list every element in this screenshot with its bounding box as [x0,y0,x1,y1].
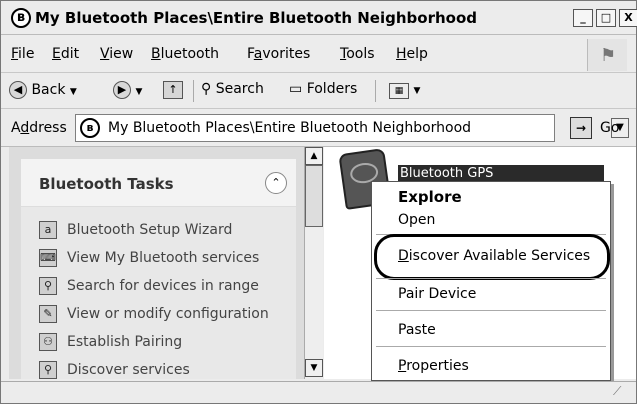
back-button[interactable]: ◀ Back ▼ [9,81,77,99]
address-bar: Address ʙ My Bluetooth Places\Entire Blu… [1,109,636,147]
toolbar: ◀ Back ▼ ▶ ▼ ↑ ⚲ Search ▭ Folders ▦ ▼ [1,73,636,109]
menu-separator [376,346,606,347]
address-label: Address [11,120,67,136]
toolbar-separator [193,80,194,102]
menu-separator [376,278,606,279]
forward-dropdown-icon[interactable]: ▼ [135,87,142,97]
address-input[interactable]: ʙ My Bluetooth Places\Entire Bluetooth N… [75,114,629,142]
task-pane: Bluetooth Tasks ⌃ a Bluetooth Setup Wizar… [9,147,313,379]
menu-item-pair-device[interactable]: Pair Device [398,286,476,302]
menu-file[interactable]: File [11,46,34,62]
menu-edit[interactable]: Edit [52,46,79,62]
go-arrow-icon[interactable]: → [570,117,592,139]
menu-favorites[interactable]: Favorites [247,46,310,62]
search-icon: ⚲ [201,81,212,97]
menu-tools[interactable]: Tools [340,46,375,62]
search-icon: ⚲ [39,277,57,295]
explorer-window: ʙ My Bluetooth Places\Entire Bluetooth N… [0,0,637,404]
menu-bluetooth[interactable]: Bluetooth [151,46,219,62]
bluetooth-icon: ʙ [11,8,31,28]
tasks-title: Bluetooth Tasks [39,175,174,193]
menu-bar: File Edit View Bluetooth Favorites Tools… [1,35,636,73]
menu-help[interactable]: Help [396,46,428,62]
resize-grip-icon[interactable]: ⟋ [613,384,621,399]
task-view-configuration[interactable]: ✎ View or modify configuration [39,305,269,323]
discover-icon: ⚲ [39,361,57,379]
menu-separator [376,310,606,311]
context-menu: Explore Open Discover Available Services… [371,181,611,381]
menu-item-paste[interactable]: Paste [398,322,436,338]
menu-item-open[interactable]: Open [398,212,435,228]
forward-arrow-icon: ▶ [113,81,131,99]
wizard-icon: a [39,221,57,239]
maximize-button[interactable]: □ [596,9,616,27]
bluetooth-icon: ʙ [80,118,100,138]
back-dropdown-icon[interactable]: ▼ [70,87,77,97]
bluetooth-tasks-panel: Bluetooth Tasks ⌃ a Bluetooth Setup Wizar… [21,159,296,379]
forward-button[interactable]: ▶ ▼ [113,81,142,99]
windows-logo-icon: ⚑ [587,39,627,71]
services-icon: ⌨ [39,249,57,267]
views-icon: ▦ [389,83,409,99]
views-dropdown-icon[interactable]: ▼ [413,86,420,96]
go-button[interactable]: Go [600,120,619,136]
status-bar: ⟋ [1,381,636,403]
menu-item-properties[interactable]: Properties [398,358,469,374]
minimize-button[interactable]: _ [573,9,593,27]
configuration-icon: ✎ [39,305,57,323]
menu-item-explore[interactable]: Explore [398,188,462,206]
up-folder-icon: ↑ [163,81,183,99]
task-pane-scrollbar[interactable]: ▲ ▼ [304,147,323,379]
highlight-circle [374,234,610,280]
task-view-services[interactable]: ⌨ View My Bluetooth services [39,249,259,267]
back-arrow-icon: ◀ [9,81,27,99]
toolbar-separator [375,80,376,102]
tasks-header[interactable]: Bluetooth Tasks ⌃ [21,159,296,207]
collapse-chevron-icon[interactable]: ⌃ [265,172,287,194]
scroll-thumb[interactable] [305,165,323,227]
folders-button[interactable]: ▭ Folders [289,81,357,97]
up-folder-button[interactable]: ↑ [163,81,183,99]
task-setup-wizard[interactable]: a Bluetooth Setup Wizard [39,221,232,239]
views-button[interactable]: ▦ ▼ [389,81,420,99]
task-search-devices[interactable]: ⚲ Search for devices in range [39,277,259,295]
close-button[interactable]: X [619,9,637,27]
task-establish-pairing[interactable]: ⚇ Establish Pairing [39,333,182,351]
scroll-up-arrow-icon[interactable]: ▲ [305,147,323,165]
address-path: My Bluetooth Places\Entire Bluetooth Nei… [108,120,472,136]
task-discover-services[interactable]: ⚲ Discover services [39,361,190,379]
window-title: My Bluetooth Places\Entire Bluetooth Nei… [35,9,477,27]
menu-view[interactable]: View [100,46,133,62]
pairing-icon: ⚇ [39,333,57,351]
scroll-down-arrow-icon[interactable]: ▼ [305,359,323,377]
title-bar: ʙ My Bluetooth Places\Entire Bluetooth N… [1,1,637,35]
search-button[interactable]: ⚲ Search [201,81,264,97]
folders-icon: ▭ [289,81,303,97]
